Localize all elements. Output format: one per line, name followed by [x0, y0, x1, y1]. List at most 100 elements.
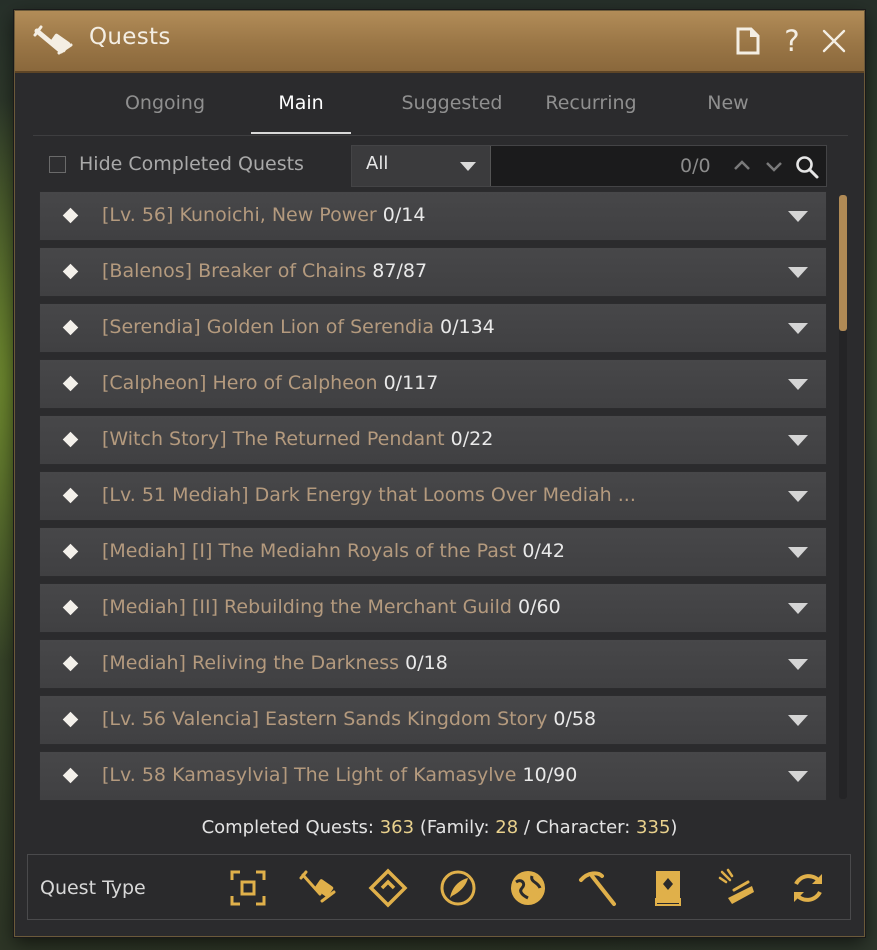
diamond-icon — [62, 655, 79, 672]
quest-title: [Mediah] Reliving the Darkness 0/18 — [102, 652, 448, 674]
search-bar: All 0/0 — [351, 145, 827, 187]
diamond-icon — [62, 207, 79, 224]
expand-icon[interactable] — [788, 323, 808, 334]
category-select[interactable]: All — [352, 146, 491, 186]
diamond-icon — [62, 599, 79, 616]
scrollbar[interactable] — [839, 195, 847, 799]
expand-icon[interactable] — [788, 771, 808, 782]
quest-row[interactable]: [Lv. 51 Mediah] Dark Energy that Looms O… — [39, 471, 827, 521]
expand-icon[interactable] — [788, 435, 808, 446]
tab-suggested[interactable]: Suggested — [379, 73, 525, 133]
quest-row[interactable]: [Calpheon] Hero of Calpheon 0/117 — [39, 359, 827, 409]
quest-title: [Witch Story] The Returned Pendant 0/22 — [102, 428, 493, 450]
quest-title: [Mediah] [I] The Mediahn Royals of the P… — [102, 540, 565, 562]
quest-name: [Lv. 51 Mediah] Dark Energy that Looms O… — [102, 484, 636, 506]
quest-title: [Balenos] Breaker of Chains 87/87 — [102, 260, 427, 282]
quest-row[interactable]: [Serendia] Golden Lion of Serendia 0/134 — [39, 303, 827, 353]
tab-ongoing[interactable]: Ongoing — [105, 73, 225, 133]
quest-name: [Mediah] Reliving the Darkness — [102, 652, 400, 674]
category-select-value: All — [366, 153, 389, 174]
focus-icon[interactable] — [228, 868, 268, 908]
globe-icon[interactable] — [508, 868, 548, 908]
family-count: 28 — [495, 817, 519, 838]
diamond-icon — [62, 711, 79, 728]
quest-progress: 10/90 — [522, 764, 578, 786]
quest-progress: 0/60 — [518, 596, 561, 618]
hide-completed-checkbox[interactable] — [49, 156, 66, 173]
chevron-up-icon[interactable] — [732, 156, 752, 176]
quest-row[interactable]: [Balenos] Breaker of Chains 87/87 — [39, 247, 827, 297]
quest-row[interactable]: [Lv. 56 Valencia] Eastern Sands Kingdom … — [39, 695, 827, 745]
quest-name: [Lv. 56 Valencia] Eastern Sands Kingdom … — [102, 708, 548, 730]
expand-icon[interactable] — [788, 547, 808, 558]
result-count: 0/0 — [680, 155, 711, 177]
completed-label: Completed Quests: — [201, 817, 374, 838]
quest-type-label: Quest Type — [40, 877, 146, 899]
feather-icon[interactable] — [438, 868, 478, 908]
quest-name: [Serendia] Golden Lion of Serendia — [102, 316, 434, 338]
diamond-icon — [62, 487, 79, 504]
quest-name: [Calpheon] Hero of Calpheon — [102, 372, 378, 394]
quest-type-bar: Quest Type — [27, 854, 851, 920]
quest-progress: 0/14 — [382, 204, 426, 226]
quest-row[interactable]: [Lv. 56] Kunoichi, New Power 0/14 — [39, 191, 827, 241]
completed-quests-summary: Completed Quests: 363 (Family: 28 / Char… — [15, 817, 864, 838]
quest-name: [Lv. 58 Kamasylvia] The Light of Kamasyl… — [102, 764, 517, 786]
quest-title: [Serendia] Golden Lion of Serendia 0/134 — [102, 316, 495, 338]
quest-progress: 0/18 — [405, 652, 448, 674]
tab-new[interactable]: New — [683, 73, 773, 133]
quest-row[interactable]: [Mediah] Reliving the Darkness 0/18 — [39, 639, 827, 689]
quest-name: [Balenos] Breaker of Chains — [102, 260, 367, 282]
quest-name: [Lv. 56] Kunoichi, New Power — [102, 204, 377, 226]
character-count: 335 — [636, 817, 671, 838]
trade-icon[interactable] — [718, 868, 758, 908]
character-label: / Character: — [523, 817, 631, 838]
close-paren: ) — [670, 817, 678, 838]
quest-title: [Lv. 51 Mediah] Dark Energy that Looms O… — [102, 484, 636, 506]
diamond-icon — [62, 263, 79, 280]
diamond-icon[interactable] — [368, 868, 408, 908]
close-icon[interactable] — [819, 25, 849, 57]
quest-row[interactable]: [Lv. 58 Kamasylvia] The Light of Kamasyl… — [39, 751, 827, 801]
tab-recurring[interactable]: Recurring — [523, 73, 659, 133]
search-icon[interactable] — [794, 154, 820, 180]
quest-progress: 87/87 — [372, 260, 428, 282]
tab-bar: Ongoing Main Suggested Recurring New — [33, 73, 848, 136]
diamond-icon — [62, 319, 79, 336]
quest-name: [Mediah] [II] Rebuilding the Merchant Gu… — [102, 596, 512, 618]
quest-title: [Lv. 58 Kamasylvia] The Light of Kamasyl… — [102, 764, 577, 786]
quest-title: [Lv. 56 Valencia] Eastern Sands Kingdom … — [102, 708, 596, 730]
scrollbar-thumb[interactable] — [839, 195, 847, 331]
family-label: (Family: — [419, 817, 490, 838]
quest-row[interactable]: [Witch Story] The Returned Pendant 0/22 — [39, 415, 827, 465]
document-icon[interactable] — [733, 25, 763, 57]
quest-progress: 0/58 — [553, 708, 597, 730]
window-title: Quests — [89, 24, 171, 50]
quest-progress: 0/42 — [522, 540, 565, 562]
quest-row[interactable]: [Mediah] [II] Rebuilding the Merchant Gu… — [39, 583, 827, 633]
expand-icon[interactable] — [788, 659, 808, 670]
expand-icon[interactable] — [788, 491, 808, 502]
expand-icon[interactable] — [788, 603, 808, 614]
tab-main[interactable]: Main — [251, 73, 351, 134]
title-bar[interactable]: Quests ? — [15, 11, 864, 73]
quest-list: [Lv. 56] Kunoichi, New Power 0/14 [Balen… — [39, 191, 827, 807]
pickaxe-icon[interactable] — [578, 868, 618, 908]
expand-icon[interactable] — [788, 715, 808, 726]
quests-window: Quests ? Ongoing Main Suggested Recurrin… — [14, 10, 865, 937]
expand-icon[interactable] — [788, 379, 808, 390]
diamond-icon — [62, 375, 79, 392]
quest-progress: 0/117 — [383, 372, 439, 394]
hide-completed-label: Hide Completed Quests — [79, 153, 304, 175]
quest-name: [Mediah] [I] The Mediahn Royals of the P… — [102, 540, 517, 562]
combat-scroll-icon[interactable] — [298, 868, 338, 908]
refresh-icon[interactable] — [788, 868, 828, 908]
chevron-down-icon[interactable] — [764, 156, 784, 176]
help-button[interactable]: ? — [777, 25, 807, 57]
book-icon[interactable] — [648, 868, 688, 908]
quest-row[interactable]: [Mediah] [I] The Mediahn Royals of the P… — [39, 527, 827, 577]
expand-icon[interactable] — [788, 267, 808, 278]
expand-icon[interactable] — [788, 211, 808, 222]
quest-progress: 0/22 — [450, 428, 494, 450]
quest-title: [Lv. 56] Kunoichi, New Power 0/14 — [102, 204, 425, 226]
